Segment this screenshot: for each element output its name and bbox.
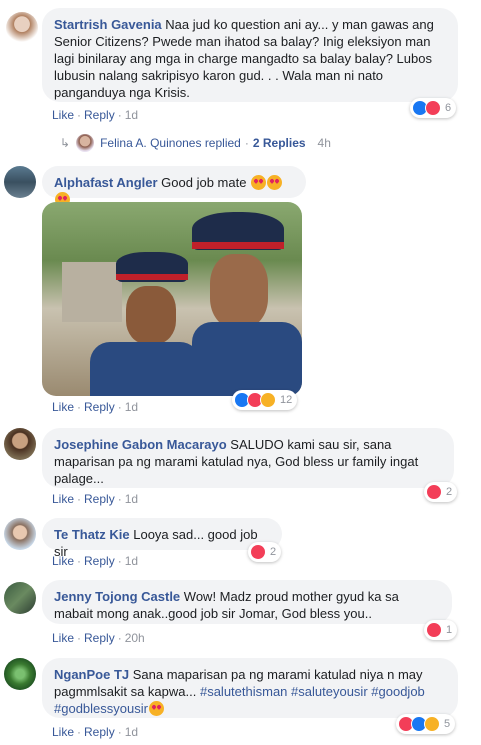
reply-time: 4h xyxy=(317,136,331,150)
reactions-count: 5 xyxy=(444,718,451,730)
like-link[interactable]: Like xyxy=(52,492,74,506)
comment-time[interactable]: 1d xyxy=(125,400,138,414)
comment-author[interactable]: NganPoe TJ xyxy=(54,667,129,682)
comment-text: Good job mate xyxy=(161,175,247,190)
comment-author[interactable]: Jenny Tojong Castle xyxy=(54,589,180,604)
love-reaction-icon xyxy=(425,100,441,116)
reactions-summary[interactable]: 2 xyxy=(424,482,458,502)
comment-author[interactable]: Te Thatz Kie xyxy=(54,527,130,542)
like-link[interactable]: Like xyxy=(52,725,74,739)
avatar[interactable] xyxy=(6,12,38,44)
like-link[interactable]: Like xyxy=(52,400,74,414)
comment-author[interactable]: Startrish Gavenia xyxy=(54,17,162,32)
reactions-summary[interactable]: 5 xyxy=(396,714,456,734)
avatar[interactable] xyxy=(4,166,36,198)
comment-bubble: Josephine Gabon Macarayo SALUDO kami sau… xyxy=(42,428,454,488)
love-reaction-icon xyxy=(426,484,442,500)
comment-time[interactable]: 1d xyxy=(125,492,138,506)
comment-time[interactable]: 1d xyxy=(125,725,138,739)
avatar xyxy=(76,134,95,152)
comment-bubble: NganPoe TJ Sana maparisan pa ng marami k… xyxy=(42,658,458,718)
replies-summary[interactable]: ↳ Felina A. Quinones replied · 2 Replies 4h xyxy=(60,134,331,152)
heart-eyes-emoji-icon xyxy=(267,175,283,190)
love-reaction-icon xyxy=(426,622,442,638)
comment-actions: Like · Reply · 1d xyxy=(52,108,139,122)
like-link[interactable]: Like xyxy=(52,631,74,645)
reply-link[interactable]: Reply xyxy=(84,631,115,645)
reactions-summary[interactable]: 1 xyxy=(424,620,458,640)
haha-reaction-icon xyxy=(260,392,276,408)
hashtag-link[interactable]: #salutethisman xyxy=(200,684,287,699)
reactions-count: 2 xyxy=(446,486,453,498)
reply-action: replied xyxy=(204,136,241,150)
love-reaction-icon xyxy=(250,544,266,560)
avatar[interactable] xyxy=(4,428,36,460)
comment-actions: Like · Reply · 1d xyxy=(52,492,139,506)
heart-eyes-emoji-icon xyxy=(148,701,164,716)
like-link[interactable]: Like xyxy=(52,554,74,568)
reactions-summary[interactable]: 12 xyxy=(232,390,298,410)
heart-eyes-emoji-icon xyxy=(251,175,267,190)
hashtag-link[interactable]: #goodjob xyxy=(371,684,425,699)
reply-link[interactable]: Reply xyxy=(84,554,115,568)
reactions-count: 12 xyxy=(280,394,293,406)
comment-bubble: Te Thatz Kie Looya sad... good job sir xyxy=(42,518,282,559)
comment-time[interactable]: 1d xyxy=(125,554,138,568)
reply-link[interactable]: Reply xyxy=(84,725,115,739)
hashtag-link[interactable]: #godblessyousir xyxy=(54,701,148,716)
reply-author[interactable]: Felina A. Quinones xyxy=(100,136,201,150)
reply-arrow-icon: ↳ xyxy=(60,136,71,150)
reactions-summary[interactable]: 6 xyxy=(410,98,457,118)
reply-link[interactable]: Reply xyxy=(84,108,115,122)
avatar[interactable] xyxy=(4,582,36,614)
comment-actions: Like · Reply · 20h xyxy=(52,631,145,645)
comment-bubble: Startrish Gavenia Naa jud ko question an… xyxy=(42,8,458,102)
comment-author[interactable]: Josephine Gabon Macarayo xyxy=(54,437,227,452)
reply-link[interactable]: Reply xyxy=(84,492,115,506)
reply-count[interactable]: 2 Replies xyxy=(253,136,306,150)
comment-bubble: Alphafast Angler Good job mate xyxy=(42,166,306,207)
reactions-summary[interactable]: 2 xyxy=(248,542,282,562)
reply-link[interactable]: Reply xyxy=(84,400,115,414)
comment-time[interactable]: 20h xyxy=(125,631,145,645)
comment-bubble: Jenny Tojong Castle Wow! Madz proud moth… xyxy=(42,580,452,624)
reactions-count: 6 xyxy=(445,102,452,114)
comment-actions: Like · Reply · 1d xyxy=(52,725,139,739)
comment-author[interactable]: Alphafast Angler xyxy=(54,175,158,190)
comment-time[interactable]: 1d xyxy=(125,108,138,122)
avatar[interactable] xyxy=(4,518,36,550)
comment-actions: Like · Reply · 1d xyxy=(52,554,139,568)
reactions-count: 1 xyxy=(446,624,453,636)
wow-reaction-icon xyxy=(424,716,440,732)
reactions-count: 2 xyxy=(270,546,277,558)
hashtag-link[interactable]: #saluteyousir xyxy=(291,684,368,699)
comment-photo[interactable] xyxy=(42,202,302,396)
comment-actions: Like · Reply · 1d xyxy=(52,400,139,414)
avatar[interactable] xyxy=(4,658,36,690)
like-link[interactable]: Like xyxy=(52,108,74,122)
